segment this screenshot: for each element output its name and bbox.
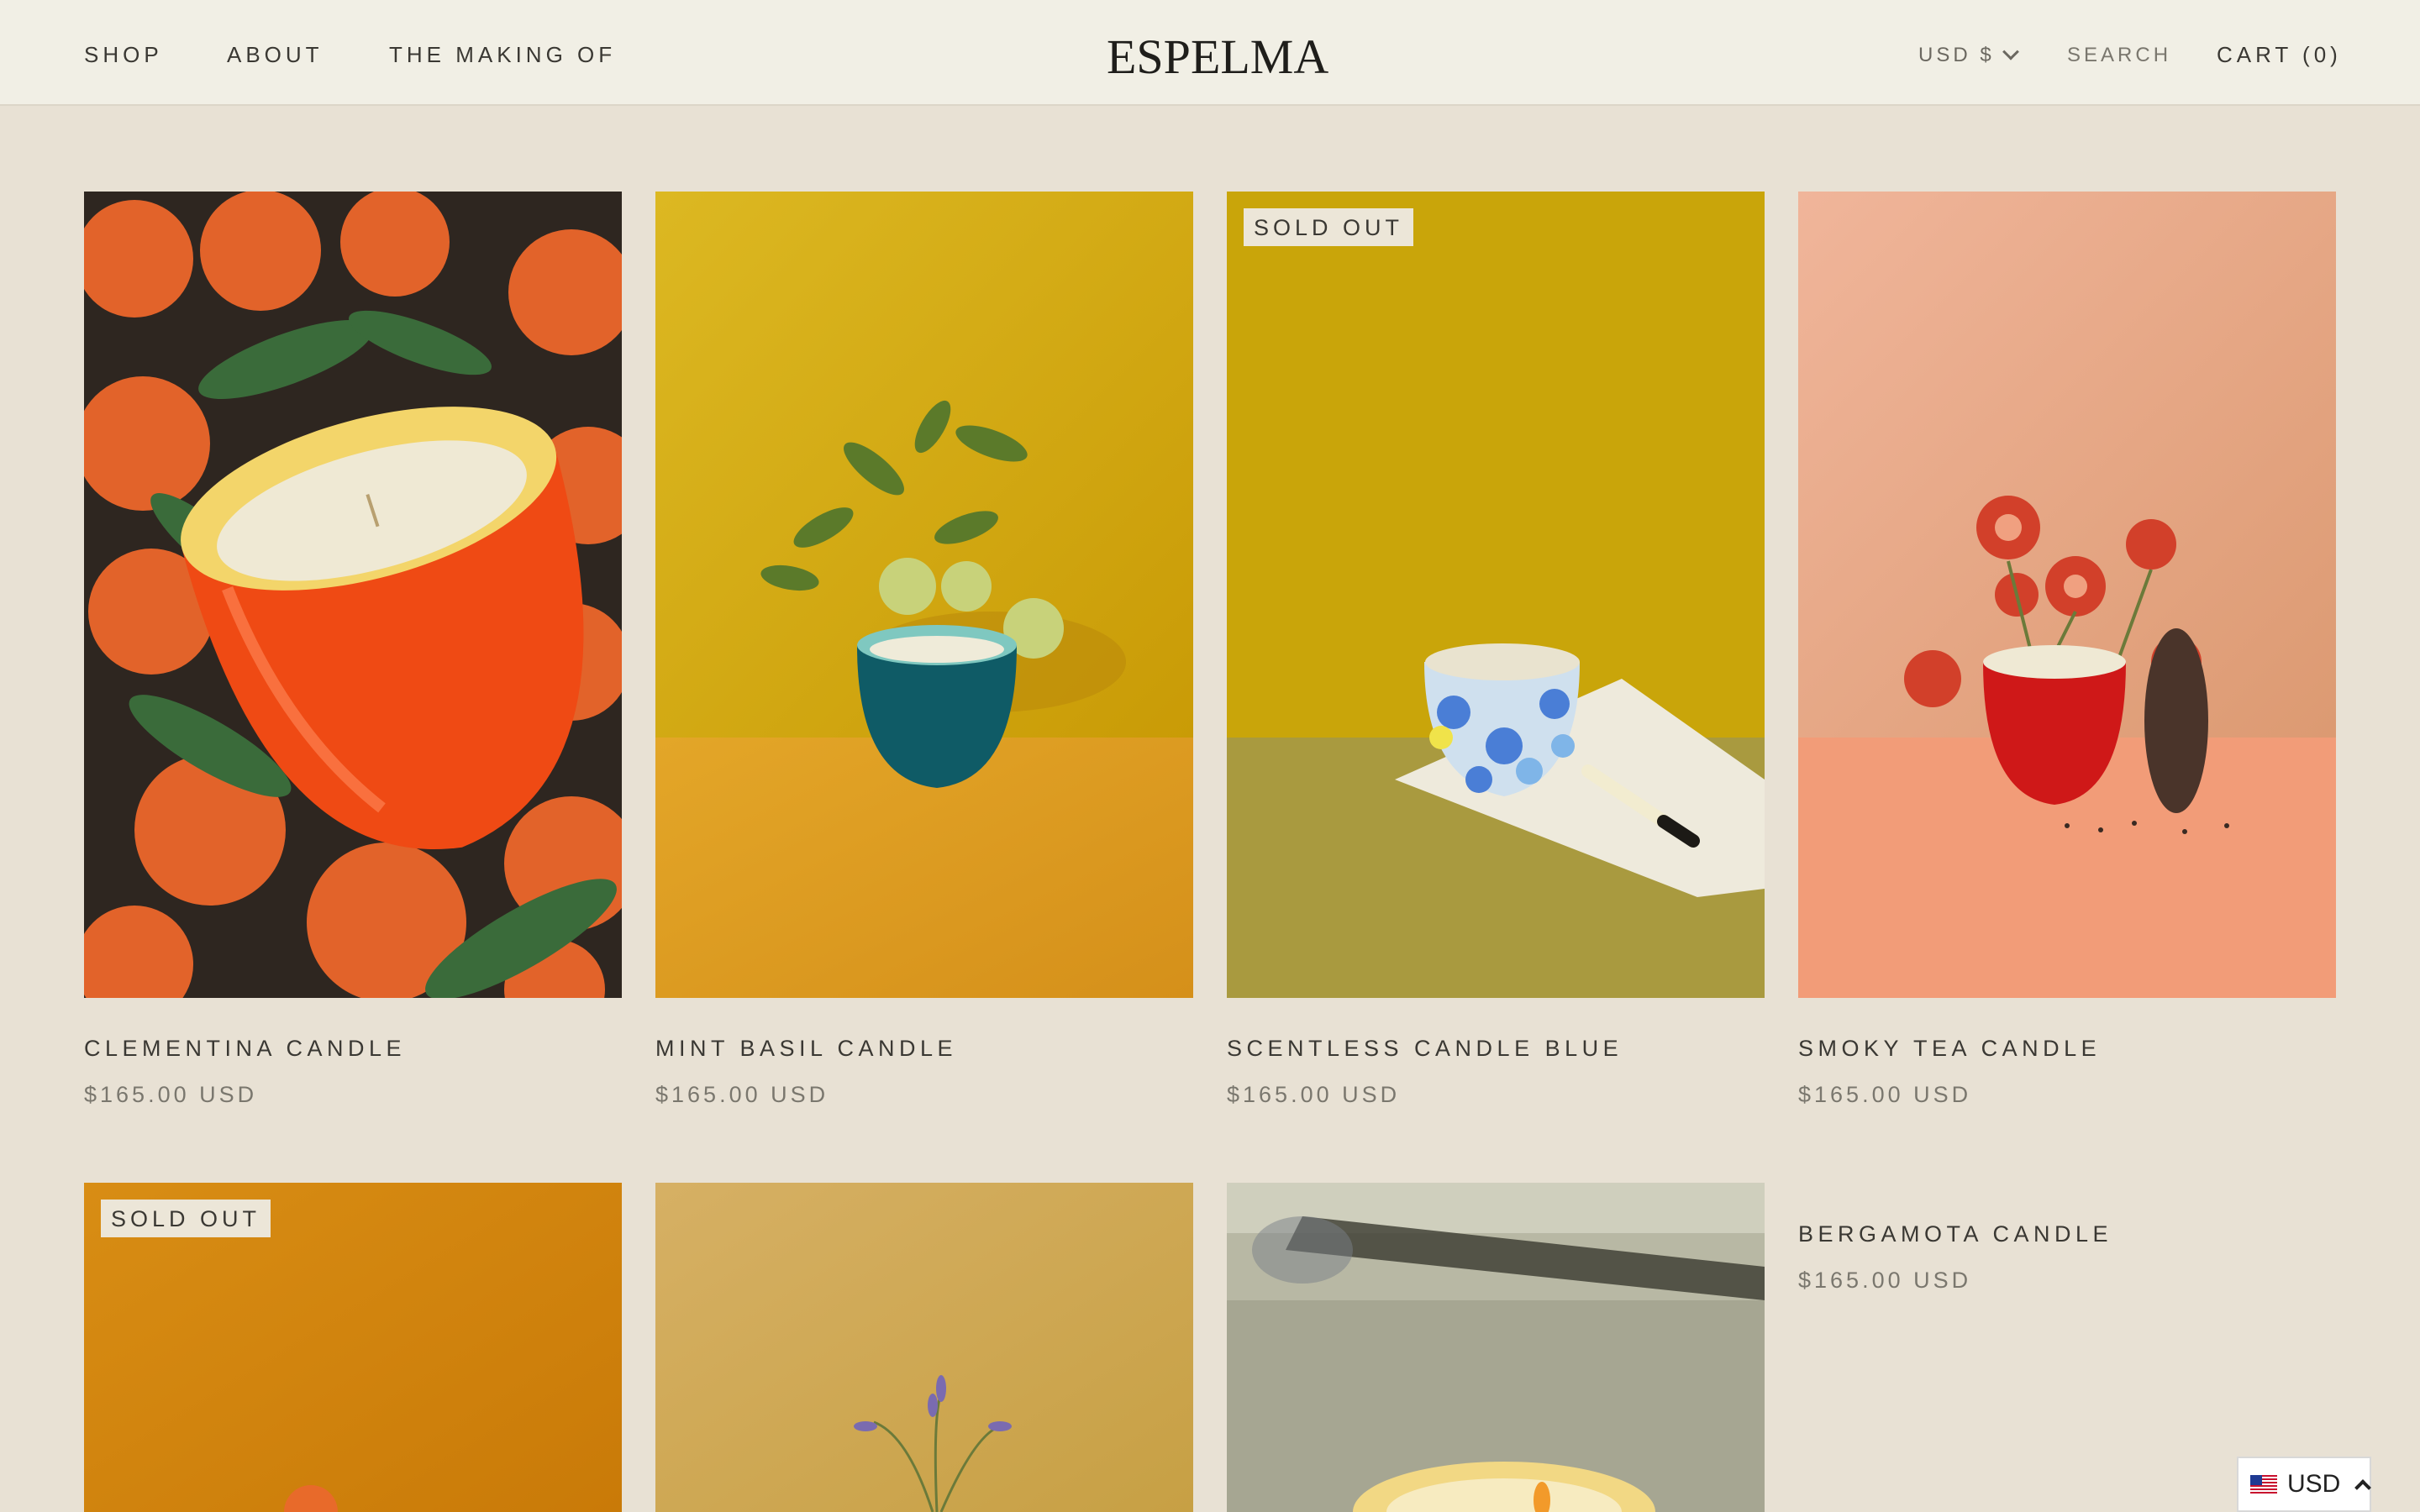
site-header: SHOP ABOUT THE MAKING OF ESPELMA USD $ S…: [0, 0, 2420, 106]
product-card-7[interactable]: [1227, 1183, 1765, 1512]
product-price: $165.00 USD: [1227, 1082, 1401, 1107]
mint-basil-photo: [655, 192, 1193, 998]
product-price: $165.00 USD: [84, 1082, 258, 1107]
product-title[interactable]: SMOKY TEA CANDLE: [1798, 1036, 2101, 1062]
product-price: $165.00 USD: [1798, 1082, 1972, 1107]
currency-widget-label: USD: [2287, 1470, 2341, 1498]
search-link[interactable]: SEARCH: [2067, 44, 2171, 67]
nav-making-of-link[interactable]: THE MAKING OF: [389, 42, 616, 68]
product-title[interactable]: MINT BASIL CANDLE: [655, 1036, 957, 1062]
us-flag-icon: [2250, 1475, 2277, 1494]
product-card-smoky-tea[interactable]: SMOKY TEA CANDLE $165.00 USD: [1798, 192, 2336, 1116]
sold-out-badge: SOLD OUT: [1244, 208, 1414, 246]
product-image-scentless-blue[interactable]: [1227, 192, 1765, 998]
clementina-photo: [84, 192, 622, 998]
product-image-mint-basil[interactable]: [655, 192, 1193, 998]
currency-selector-label: USD $: [1918, 44, 1995, 66]
chevron-up-icon: [2354, 1479, 2372, 1496]
product-card-6[interactable]: [655, 1183, 1193, 1512]
cart-link[interactable]: CART (0): [2217, 42, 2342, 68]
sold-out-badge: SOLD OUT: [101, 1200, 271, 1237]
product-card-5[interactable]: SOLD OUT: [84, 1183, 622, 1512]
lavender-candle-photo: [655, 1183, 1193, 1512]
product-image-clementina[interactable]: [84, 192, 622, 998]
scentless-blue-photo: [1227, 192, 1765, 998]
nav-about-link[interactable]: ABOUT: [227, 42, 324, 68]
product-image-6[interactable]: [655, 1183, 1193, 1512]
product-price: $165.00 USD: [1798, 1268, 1972, 1293]
currency-widget[interactable]: USD: [2237, 1457, 2372, 1512]
brand-logo[interactable]: ESPELMA: [1107, 29, 1328, 85]
product-image-7[interactable]: [1227, 1183, 1765, 1512]
product-card-scentless-blue[interactable]: SOLD OUT SCENTLESS CANDLE BLUE $165.00 U…: [1227, 192, 1765, 1116]
lit-candle-photo: [1227, 1183, 1765, 1512]
product-title[interactable]: BERGAMOTA CANDLE: [1798, 1221, 2112, 1247]
product-title[interactable]: SCENTLESS CANDLE BLUE: [1227, 1036, 1623, 1062]
smoky-tea-photo: [1798, 192, 2336, 998]
product-image-smoky-tea[interactable]: [1798, 192, 2336, 998]
product-card-mint-basil[interactable]: MINT BASIL CANDLE $165.00 USD: [655, 192, 1193, 1116]
product-title[interactable]: CLEMENTINA CANDLE: [84, 1036, 406, 1062]
currency-selector[interactable]: USD $: [1918, 43, 2019, 67]
nav-shop-link[interactable]: SHOP: [84, 42, 163, 68]
product-price: $165.00 USD: [655, 1082, 829, 1107]
product-card-clementina[interactable]: CLEMENTINA CANDLE $165.00 USD: [84, 192, 622, 1116]
chevron-down-icon: [2002, 43, 2019, 60]
